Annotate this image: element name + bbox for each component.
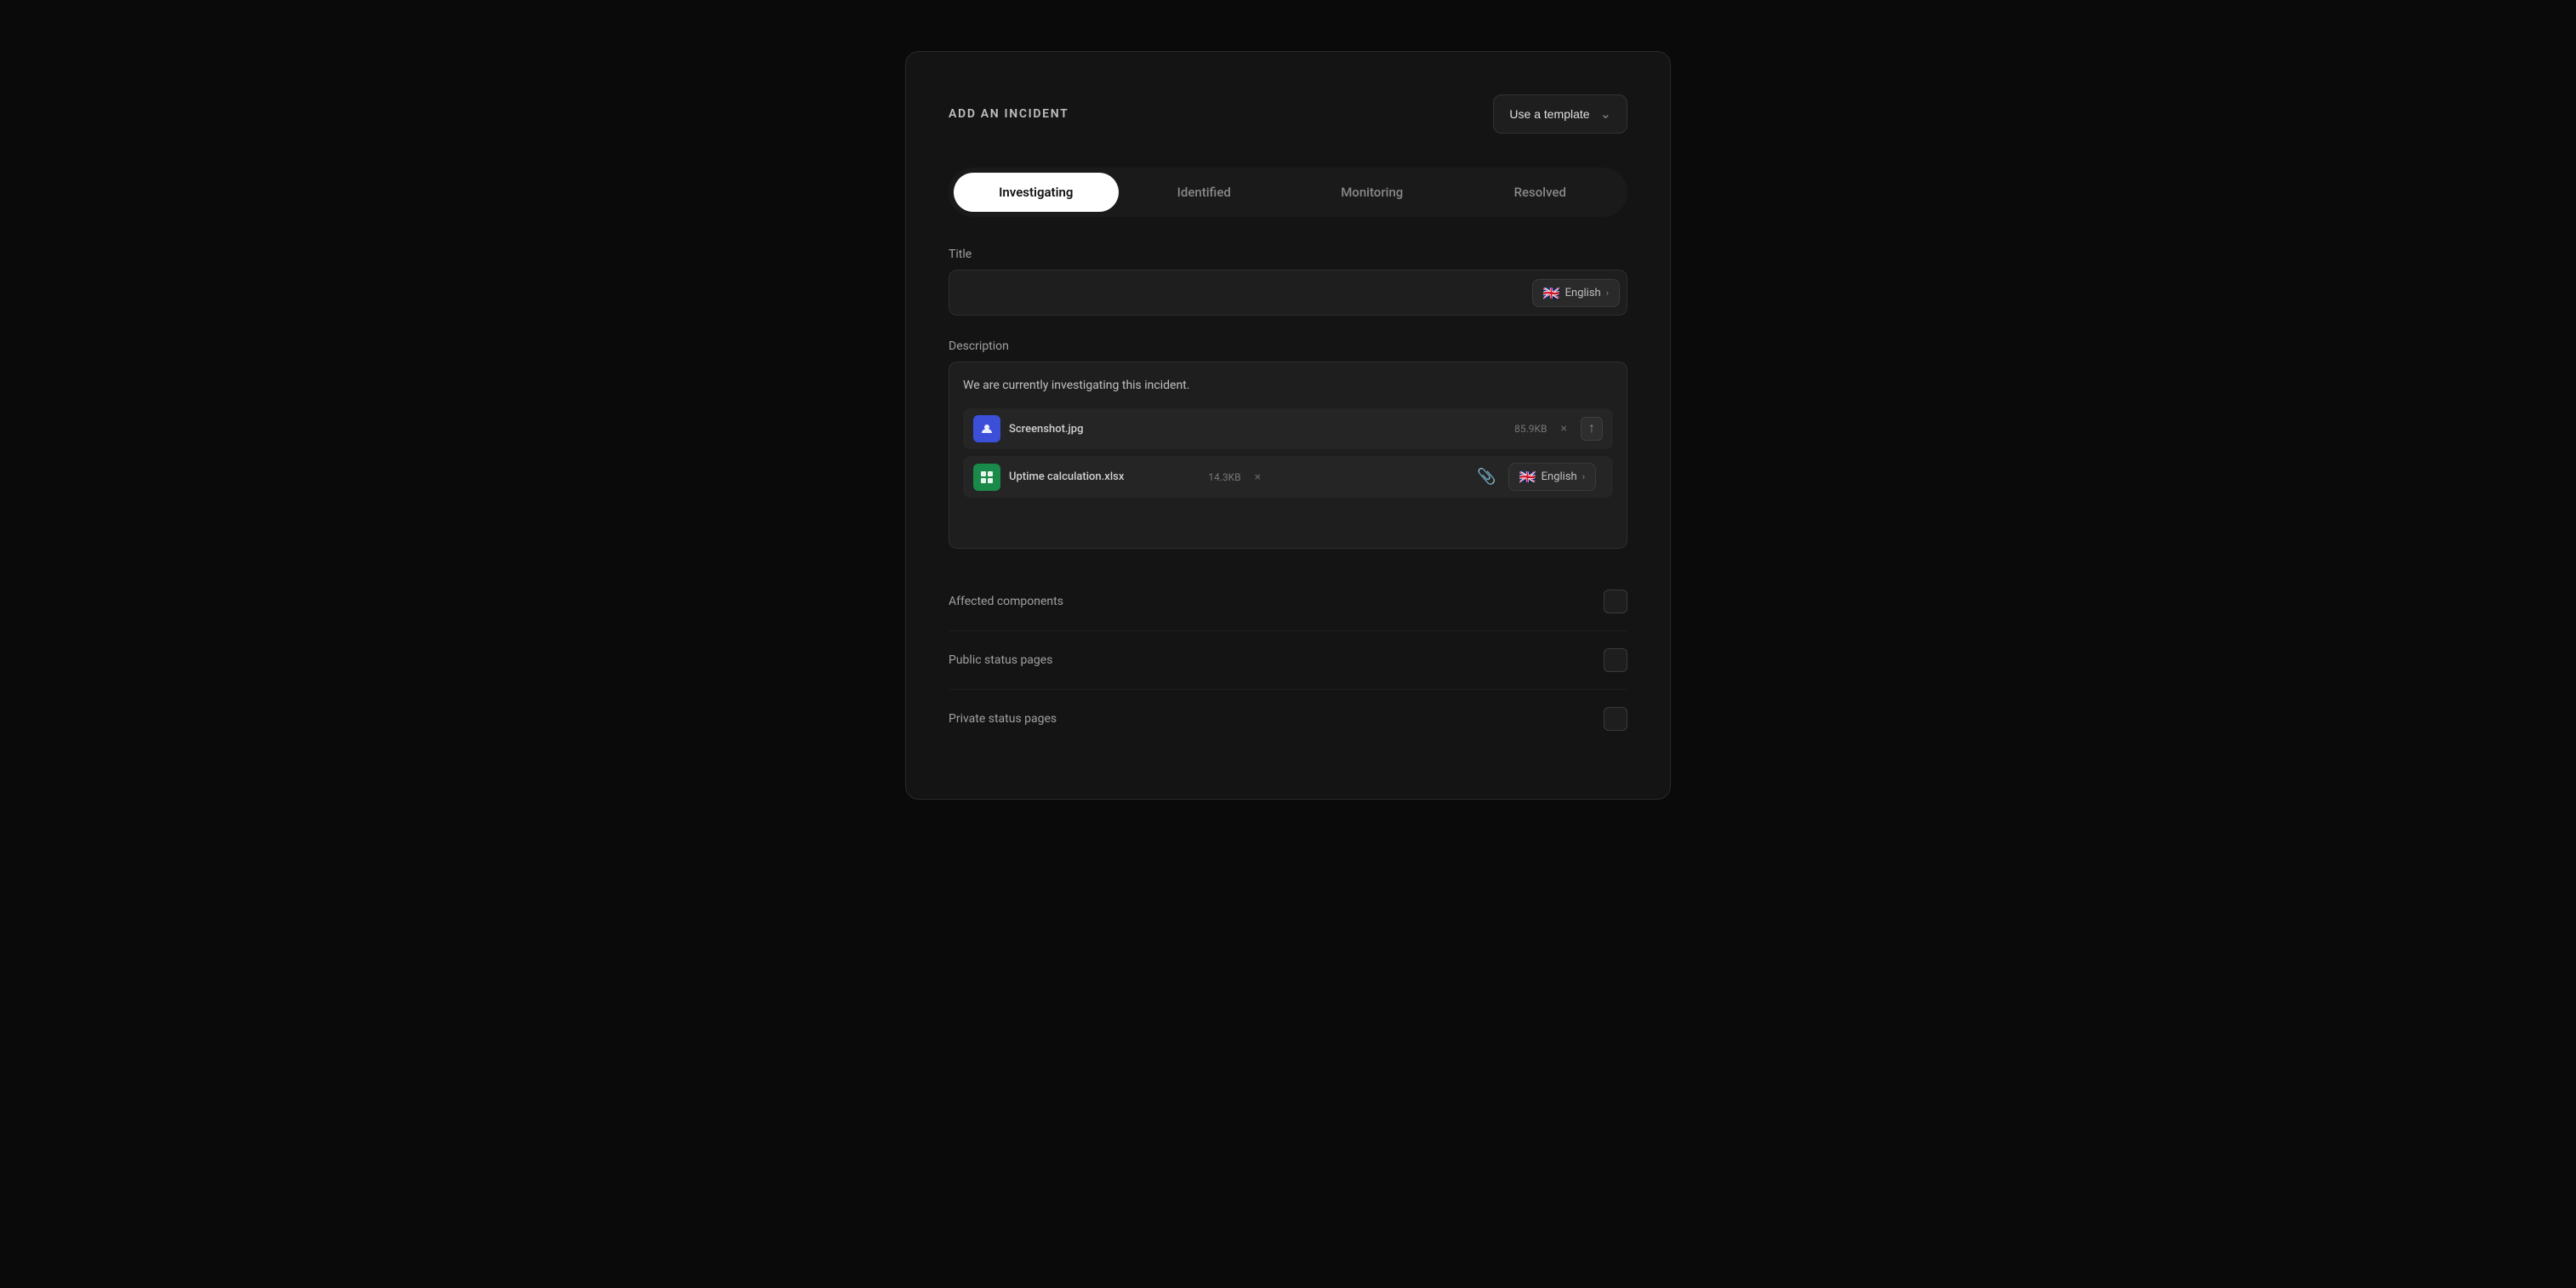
tab-monitoring[interactable]: Monitoring xyxy=(1290,173,1455,212)
private-status-pages-row: Private status pages xyxy=(949,690,1627,748)
screenshot-upload-button[interactable]: ↑ xyxy=(1581,417,1603,441)
description-flag-icon: 🇬🇧 xyxy=(1519,469,1536,485)
xlsx-remove-button[interactable]: × xyxy=(1250,469,1266,486)
xlsx-file-icon xyxy=(973,464,1000,491)
affected-components-label: Affected components xyxy=(949,595,1063,608)
modal-header: ADD AN INCIDENT Use a template ⌄ xyxy=(949,94,1627,134)
affected-components-row: Affected components xyxy=(949,573,1627,631)
private-status-pages-label: Private status pages xyxy=(949,712,1057,726)
add-incident-modal: ADD AN INCIDENT Use a template ⌄ Investi… xyxy=(905,51,1671,800)
tab-resolved[interactable]: Resolved xyxy=(1458,173,1623,212)
chevron-right-icon: › xyxy=(1606,288,1609,299)
chevron-down-icon: ⌄ xyxy=(1600,105,1611,123)
title-field-wrapper: 🇬🇧 English › xyxy=(949,270,1627,316)
xlsx-file-size: 14.3KB xyxy=(1208,471,1240,483)
page-wrapper: ADD AN INCIDENT Use a template ⌄ Investi… xyxy=(0,0,2576,1288)
status-tabs: Investigating Identified Monitoring Reso… xyxy=(949,168,1627,217)
description-lang-selector[interactable]: 🇬🇧 English › xyxy=(1508,463,1596,491)
title-section: Title 🇬🇧 English › xyxy=(949,248,1627,316)
use-template-button[interactable]: Use a template ⌄ xyxy=(1493,94,1627,134)
description-lang-label: English xyxy=(1542,470,1577,483)
title-input[interactable] xyxy=(949,271,1532,315)
screenshot-remove-button[interactable]: × xyxy=(1556,420,1572,437)
xlsx-file-name: Uptime calculation.xlsx xyxy=(1009,470,1200,483)
tab-investigating[interactable]: Investigating xyxy=(954,173,1119,212)
description-label: Description xyxy=(949,339,1627,353)
title-label: Title xyxy=(949,248,1627,261)
public-status-pages-label: Public status pages xyxy=(949,653,1052,667)
description-text: We are currently investigating this inci… xyxy=(963,376,1613,395)
settings-section: Affected components Public status pages … xyxy=(949,573,1627,748)
file-item-screenshot: Screenshot.jpg 85.9KB × ↑ xyxy=(963,408,1613,449)
uk-flag-icon: 🇬🇧 xyxy=(1543,285,1560,301)
description-wrapper[interactable]: We are currently investigating this inci… xyxy=(949,362,1627,549)
upload-icon: ↑ xyxy=(1588,421,1595,436)
attach-icon[interactable]: 📎 xyxy=(1473,464,1499,489)
public-status-pages-row: Public status pages xyxy=(949,631,1627,690)
description-chevron-icon: › xyxy=(1582,471,1585,482)
private-status-pages-toggle[interactable] xyxy=(1604,707,1627,731)
title-lang-label: English xyxy=(1565,287,1601,299)
template-button-label: Use a template xyxy=(1509,107,1589,121)
screenshot-file-name: Screenshot.jpg xyxy=(1009,423,1506,436)
modal-title: ADD AN INCIDENT xyxy=(949,107,1069,121)
description-section: Description We are currently investigati… xyxy=(949,339,1627,549)
file-item-xlsx: Uptime calculation.xlsx 14.3KB × 📎 🇬🇧 En… xyxy=(963,456,1613,498)
public-status-pages-toggle[interactable] xyxy=(1604,648,1627,672)
title-lang-selector[interactable]: 🇬🇧 English › xyxy=(1532,279,1620,307)
screenshot-file-size: 85.9KB xyxy=(1514,423,1547,435)
affected-components-toggle[interactable] xyxy=(1604,590,1627,613)
screenshot-file-icon xyxy=(973,415,1000,442)
file-list: Screenshot.jpg 85.9KB × ↑ xyxy=(963,408,1613,498)
tab-identified[interactable]: Identified xyxy=(1122,173,1287,212)
